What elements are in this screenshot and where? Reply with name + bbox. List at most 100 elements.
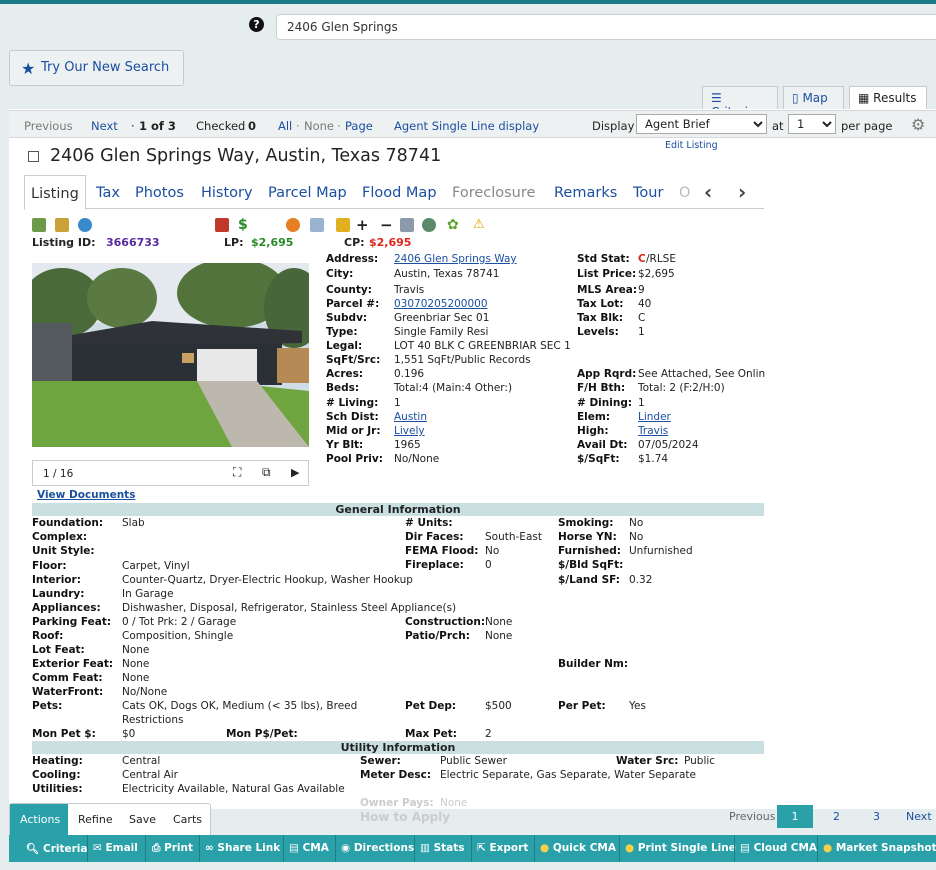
- chevron-right-icon[interactable]: ›: [738, 180, 746, 204]
- detail-label: Beds:: [326, 382, 360, 394]
- copy-icon[interactable]: [310, 218, 324, 232]
- general-label: Pet Dep:: [405, 700, 457, 712]
- detail-value: 9: [638, 284, 645, 296]
- general-label: Smoking:: [558, 517, 614, 529]
- detail-link[interactable]: 03070205200000: [394, 298, 488, 310]
- print-icon[interactable]: [400, 218, 414, 232]
- utility-information-header: Utility Information: [32, 741, 764, 754]
- cube-icon[interactable]: [215, 218, 229, 232]
- at-label: at: [772, 119, 784, 133]
- action-print-single-line[interactable]: ● Print Single Line: [625, 842, 736, 854]
- chevron-left-icon[interactable]: ‹: [704, 180, 712, 204]
- tab-flood-map[interactable]: Flood Map: [362, 185, 437, 201]
- play-icon[interactable]: ▶: [291, 466, 299, 479]
- checked-label: Checked: [196, 119, 246, 133]
- page-1[interactable]: 1: [777, 805, 813, 828]
- listing-id-label: Listing ID:: [32, 236, 96, 249]
- image-icon[interactable]: [55, 218, 69, 232]
- leaf-icon[interactable]: ✿: [447, 218, 461, 232]
- general-value: Slab: [122, 517, 145, 529]
- action-print[interactable]: ⎙ Print: [152, 842, 193, 855]
- tab-parcel-map[interactable]: Parcel Map: [268, 185, 347, 201]
- general-information-header: General Information: [32, 503, 764, 516]
- tab-overflow[interactable]: O: [679, 185, 690, 201]
- general-label: Mon P$/Pet:: [226, 728, 298, 740]
- tab-listing[interactable]: Listing: [24, 175, 86, 210]
- action-market-snapshot[interactable]: ● Market Snapshot: [823, 842, 936, 854]
- badge-icon[interactable]: [336, 218, 350, 232]
- footer-tab-refine[interactable]: Refine: [78, 813, 113, 826]
- zoom-out-icon[interactable]: −: [380, 218, 394, 233]
- tab-history[interactable]: History: [201, 185, 253, 201]
- action-criteria[interactable]: 🔍︎ Criteria: [26, 842, 88, 855]
- warning-icon[interactable]: ⚠: [473, 218, 487, 232]
- zoom-in-icon[interactable]: +: [356, 218, 370, 233]
- action-share-link[interactable]: ∞ Share Link: [205, 842, 280, 854]
- general-value: 2: [485, 728, 492, 740]
- action-quick-cma[interactable]: ● Quick CMA: [540, 842, 616, 854]
- page-2[interactable]: 2: [833, 810, 840, 823]
- popout-icon[interactable]: ⧉: [262, 465, 271, 480]
- refresh-icon[interactable]: [78, 218, 92, 232]
- previous-link[interactable]: Previous: [24, 119, 73, 133]
- detail-link[interactable]: Travis: [638, 425, 668, 437]
- gear-icon[interactable]: ⚙: [911, 115, 925, 134]
- next-link[interactable]: Next: [91, 119, 118, 133]
- general-value: Yes: [629, 700, 646, 712]
- general-value: None: [485, 616, 513, 628]
- utility-value: Electric Separate, Gas Separate, Water S…: [440, 769, 697, 781]
- agent-single-line-link[interactable]: Agent Single Line display: [394, 119, 539, 133]
- page-previous[interactable]: Previous: [729, 810, 776, 823]
- action-cloud-cma[interactable]: ▤ Cloud CMA: [740, 842, 817, 854]
- tab-photos[interactable]: Photos: [135, 185, 184, 201]
- listing-photo[interactable]: [32, 263, 309, 447]
- search-input[interactable]: 2406 Glen Springs: [276, 14, 936, 40]
- tab-tax[interactable]: Tax: [96, 185, 120, 201]
- detail-label: Type:: [326, 326, 358, 338]
- action-stats[interactable]: ▥ Stats: [420, 842, 465, 854]
- bullet: ·: [131, 119, 135, 133]
- detail-label: Mid or Jr:: [326, 425, 381, 437]
- display-select[interactable]: Agent Brief: [636, 114, 767, 134]
- action-cma[interactable]: ▤ CMA: [289, 842, 329, 854]
- detail-label: Std Stat:: [577, 253, 630, 265]
- page-3[interactable]: 3: [873, 810, 880, 823]
- tab-tour[interactable]: Tour: [633, 185, 663, 201]
- detail-value: 1: [638, 397, 645, 409]
- try-new-search-button[interactable]: ★ Try Our New Search: [9, 50, 184, 86]
- view-documents-link[interactable]: View Documents: [37, 489, 135, 501]
- tab-criteria[interactable]: ☰ Criteria: [702, 86, 778, 119]
- page-next[interactable]: Next: [906, 810, 932, 823]
- detail-link[interactable]: Austin: [394, 411, 427, 423]
- detail-link[interactable]: 2406 Glen Springs Way: [394, 253, 517, 265]
- tab-foreclosure[interactable]: Foreclosure: [452, 185, 535, 201]
- action-export[interactable]: ⇱ Export: [477, 842, 528, 854]
- footer-tab-save[interactable]: Save: [129, 813, 156, 826]
- utility-value: Public: [684, 755, 716, 767]
- action-email[interactable]: ✉ Email: [93, 842, 138, 854]
- edit-listing-link[interactable]: Edit Listing: [665, 140, 718, 151]
- footer-tab-carts[interactable]: Carts: [173, 813, 202, 826]
- detail-label: High:: [577, 425, 609, 437]
- detail-link[interactable]: Lively: [394, 425, 425, 437]
- general-label: Unit Style:: [32, 545, 95, 557]
- help-icon[interactable]: ?: [249, 17, 264, 32]
- general-value: Unfurnished: [629, 545, 693, 557]
- dollar-icon[interactable]: $: [238, 218, 252, 232]
- tab-remarks[interactable]: Remarks: [554, 185, 617, 201]
- tab-map[interactable]: ▯ Map: [783, 86, 844, 109]
- listing-checkbox[interactable]: [28, 151, 39, 162]
- pinwheel-icon[interactable]: [286, 218, 300, 232]
- fullscreen-icon[interactable]: ⛶: [233, 465, 241, 480]
- tab-results[interactable]: ▦ Results: [849, 86, 927, 109]
- select-none-link[interactable]: None: [304, 119, 334, 133]
- detail-link[interactable]: Linder: [638, 411, 671, 423]
- clock-icon[interactable]: [422, 218, 436, 232]
- footer-tab-actions[interactable]: Actions: [10, 804, 68, 837]
- select-all-link[interactable]: All: [278, 119, 292, 133]
- photo-icon[interactable]: [32, 218, 46, 232]
- listing-tabs: Listing Tax Photos History Parcel Map Fl…: [24, 175, 764, 210]
- per-page-select[interactable]: 1: [788, 114, 836, 134]
- select-page-link[interactable]: Page: [345, 119, 373, 133]
- action-directions[interactable]: ◉ Directions: [341, 842, 414, 854]
